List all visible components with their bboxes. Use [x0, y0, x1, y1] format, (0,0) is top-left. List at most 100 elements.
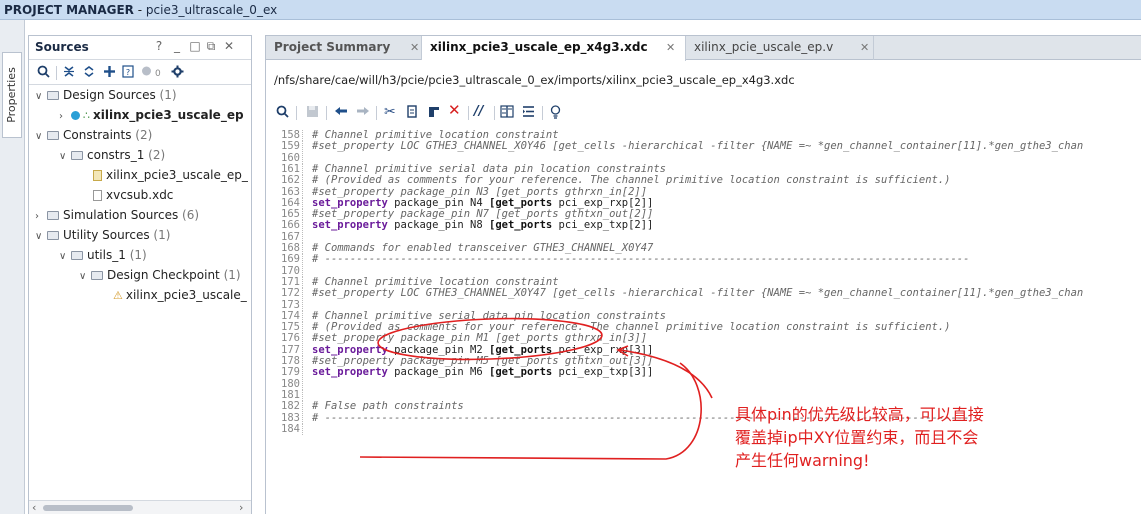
line-number: 183 [281, 411, 300, 424]
line-number: 159 [281, 140, 300, 153]
chevron-down-icon[interactable]: ∨ [59, 247, 69, 267]
chevron-down-icon[interactable]: ∨ [59, 147, 69, 167]
tree-node-top-module[interactable]: › ∴ xilinx_pcie3_uscale_ep [59, 105, 244, 125]
tree-node-design-checkpoint[interactable]: ∨ Design Checkpoint (1) [79, 265, 241, 285]
folder-icon [71, 251, 83, 260]
status-count: 0 [155, 69, 161, 79]
xdc-file-icon [93, 190, 102, 201]
add-icon[interactable] [103, 65, 116, 82]
line-number: 176 [281, 332, 300, 345]
line-number: 180 [281, 377, 300, 390]
keyword: set_property [312, 219, 388, 232]
fold-marker [302, 344, 303, 356]
line-number-gutter: 158 159 160 161 162 163 164 165 166 167 168 169 170 1… [266, 130, 306, 514]
tree-node-checkpoint-file[interactable]: ⚠ xilinx_pcie3_uscale_ [111, 285, 247, 305]
svg-text:?: ? [126, 68, 130, 77]
folder-icon [47, 231, 59, 240]
fold-marker [302, 322, 303, 334]
tree-node-constraints[interactable]: ∨ Constraints (2) [35, 125, 152, 145]
sources-horizontal-scrollbar[interactable]: ‹ › [29, 500, 251, 514]
close-icon[interactable]: ✕ [666, 36, 675, 59]
chevron-right-icon[interactable]: › [59, 107, 69, 127]
fold-marker [302, 310, 303, 322]
keyword: set_property [312, 366, 388, 379]
line-number: 169 [281, 253, 300, 266]
search-icon[interactable] [37, 65, 50, 82]
sources-toolbar: ? 0 [29, 60, 251, 85]
minimize-icon[interactable]: _ [171, 39, 183, 53]
fold-marker [302, 288, 303, 300]
tree-node-constrs-1[interactable]: ∨ constrs_1 (2) [59, 145, 165, 165]
scroll-thumb[interactable] [43, 505, 133, 511]
xdc-file-icon [93, 170, 102, 181]
fold-marker [302, 130, 303, 141]
cut-icon[interactable]: ✂ [384, 105, 396, 119]
code-line: set_property package_pin M6 [get_ports p… [312, 367, 653, 378]
line-number: 163 [281, 185, 300, 198]
close-icon[interactable]: ✕ [860, 36, 869, 59]
command: [get_ports [489, 343, 553, 356]
tree-node-xdc-file[interactable]: xilinx_pcie3_uscale_ep_ [91, 165, 248, 185]
file-path: /nfs/share/cae/will/h3/pcie/pcie3_ultras… [274, 73, 795, 87]
close-icon[interactable]: ✕ [223, 39, 235, 53]
fold-marker [302, 265, 303, 277]
sources-title: Sources [35, 40, 89, 54]
indent-icon[interactable] [522, 105, 535, 122]
project-name: pcie3_ultrascale_0_ex [145, 3, 278, 17]
tab-project-summary[interactable]: Project Summary ✕ [266, 36, 422, 60]
tree-node-simulation-sources[interactable]: › Simulation Sources (6) [35, 205, 199, 225]
scroll-right-icon[interactable]: › [239, 501, 243, 514]
chevron-right-icon[interactable]: › [35, 207, 45, 227]
chevron-down-icon[interactable]: ∨ [35, 227, 45, 247]
fold-marker [302, 299, 303, 311]
tree-node-design-sources[interactable]: ∨ Design Sources (1) [35, 85, 177, 105]
redo-icon[interactable] [356, 105, 370, 121]
line-number: 182 [281, 400, 300, 413]
comment-line: #set_property LOC GTHE3_CHANNEL_X0Y47 [g… [312, 287, 1084, 300]
code-line: set_property package_pin N8 [get_ports p… [312, 220, 653, 231]
scroll-left-icon[interactable]: ‹ [32, 501, 36, 514]
copy-icon[interactable] [406, 105, 418, 122]
save-icon[interactable] [306, 105, 319, 122]
tab-verilog-file[interactable]: xilinx_pcie_uscale_ep.v ✕ [686, 36, 874, 60]
bulb-icon[interactable] [550, 105, 561, 123]
info-icon[interactable]: ? [122, 65, 134, 82]
gear-icon[interactable] [171, 65, 184, 82]
chevron-down-icon[interactable]: ∨ [79, 267, 89, 287]
columns-icon[interactable] [500, 105, 514, 122]
help-button[interactable]: ? [153, 39, 165, 53]
folder-icon [47, 211, 59, 220]
search-icon[interactable] [276, 105, 289, 122]
comment-icon[interactable]: // [474, 105, 484, 119]
close-icon[interactable]: ✕ [410, 36, 419, 59]
folder-icon [47, 91, 59, 100]
collapse-all-icon[interactable] [63, 65, 75, 82]
tree-node-utils-1[interactable]: ∨ utils_1 (1) [59, 245, 147, 265]
line-number: 170 [281, 264, 300, 277]
code-text: pci_exp_txp[2]] [552, 219, 654, 232]
line-number: 184 [281, 422, 300, 435]
annotation-note: 具体pin的优先级比较高，可以直接 覆盖掉ip中XY位置约束，而且不会 产生任何… [735, 403, 1075, 472]
tab-xdc-file[interactable]: xilinx_pcie3_uscale_ep_x4g3.xdc ✕ [422, 36, 686, 61]
float-icon[interactable]: ⧉ [205, 39, 217, 54]
title-separator: - [133, 3, 146, 17]
expand-all-icon[interactable] [83, 65, 95, 82]
properties-side-tab[interactable]: Properties [2, 52, 22, 138]
maximize-icon[interactable]: □ [189, 39, 201, 53]
chevron-down-icon[interactable]: ∨ [35, 127, 45, 147]
tree-node-utility-sources[interactable]: ∨ Utility Sources (1) [35, 225, 170, 245]
code-text: pci_exp_rxp[3]] [552, 343, 654, 356]
undo-icon[interactable] [334, 105, 348, 121]
fold-marker [302, 197, 303, 209]
fold-marker [302, 254, 303, 266]
code-text: package_pin M6 [387, 366, 490, 379]
module-status-icon [71, 111, 80, 120]
chevron-down-icon[interactable]: ∨ [35, 87, 45, 107]
tree-node-xvcsub-file[interactable]: xvcsub.xdc [91, 185, 173, 205]
line-number: 173 [281, 298, 300, 311]
left-side-strip: Properties [0, 20, 25, 514]
sources-panel: Sources ? _ □ ⧉ ✕ ? 0 ∨ Design Sources (… [28, 35, 252, 514]
paste-icon[interactable] [428, 105, 440, 122]
delete-icon[interactable]: ✕ [448, 103, 461, 118]
code-text: package_pin N4 [387, 196, 490, 209]
